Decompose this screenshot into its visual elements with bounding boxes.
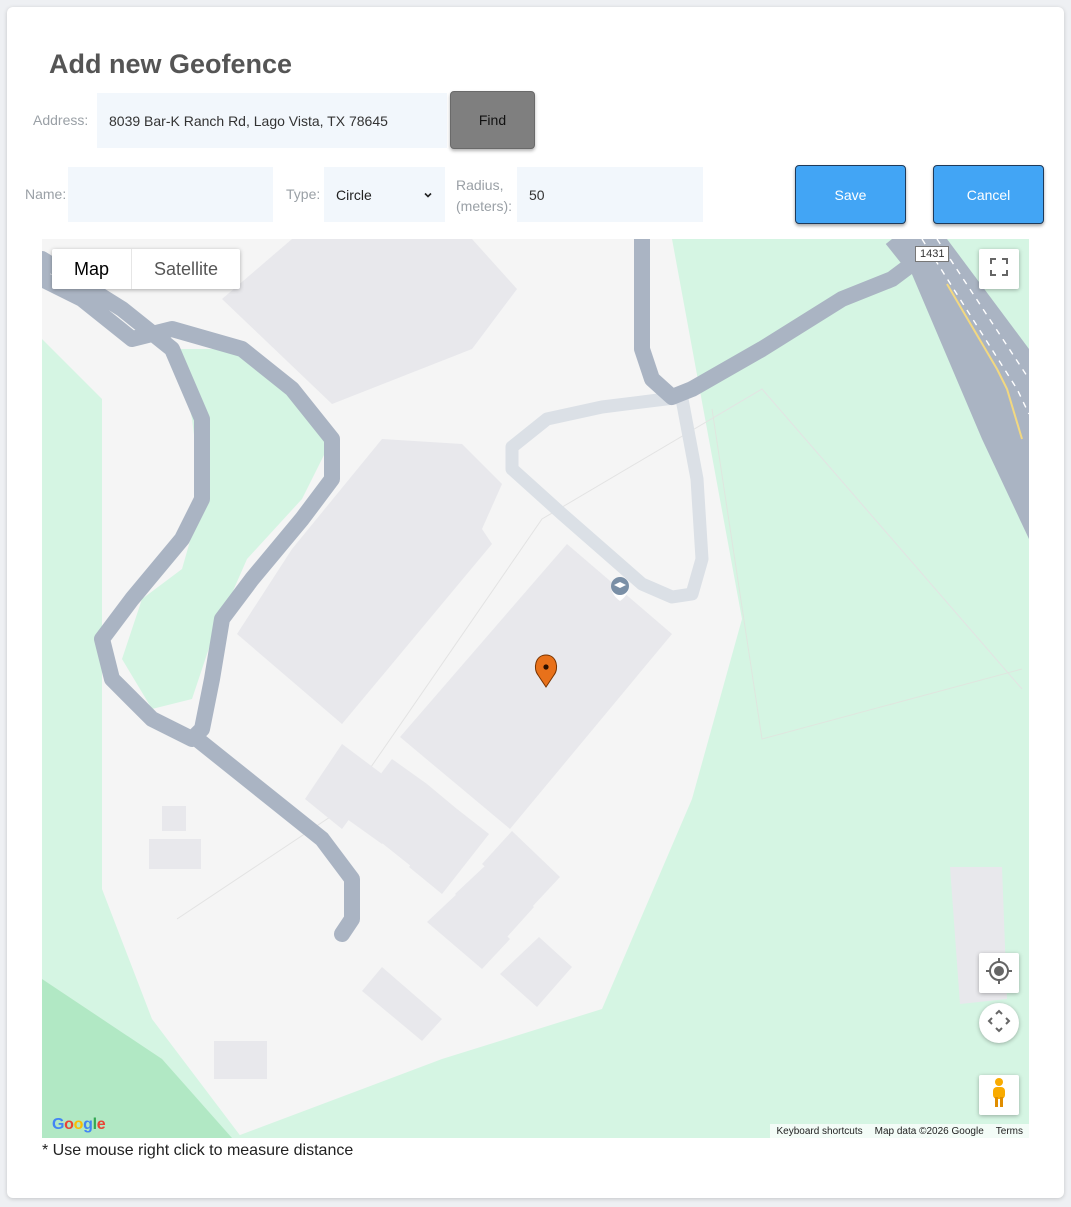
fullscreen-icon: [989, 257, 1009, 282]
street-view-pegman-button[interactable]: [979, 1075, 1019, 1115]
type-label: Type:: [286, 186, 321, 202]
highway-shield: 1431: [915, 246, 950, 262]
cancel-button[interactable]: Cancel: [933, 165, 1044, 224]
camera-control-button[interactable]: [979, 1003, 1019, 1043]
pegman-icon: [988, 1077, 1010, 1114]
name-label: Name:: [25, 186, 67, 202]
type-select[interactable]: Circle: [324, 167, 445, 222]
map-canvas: [42, 239, 1029, 1138]
map-attribution: Keyboard shortcuts Map data ©2026 Google…: [770, 1124, 1029, 1138]
radius-label-line1: Radius,: [456, 177, 504, 193]
type-select-value: Circle: [336, 186, 372, 203]
terms-link[interactable]: Terms: [990, 1126, 1029, 1137]
save-button[interactable]: Save: [795, 165, 906, 224]
page-title: Add new Geofence: [49, 49, 293, 79]
my-location-button[interactable]: [979, 953, 1019, 993]
google-logo: Google: [52, 1116, 106, 1133]
map-type-map-button[interactable]: Map: [52, 249, 133, 289]
name-input[interactable]: [68, 167, 273, 222]
measure-hint: * Use mouse right click to measure dista…: [42, 1142, 354, 1159]
map-data-text: Map data ©2026 Google: [874, 1125, 984, 1137]
address-input[interactable]: [97, 93, 447, 148]
chevron-down-icon: [423, 187, 433, 203]
crosshair-icon: [985, 957, 1013, 990]
radius-label-line2: (meters):: [456, 198, 512, 214]
address-label: Address:: [33, 112, 89, 128]
find-button[interactable]: Find: [450, 91, 535, 149]
keyboard-shortcuts-link[interactable]: Keyboard shortcuts: [770, 1126, 868, 1137]
radius-label: Radius, (meters):: [456, 175, 512, 217]
fullscreen-button[interactable]: [979, 249, 1019, 289]
map-type-control: Map Satellite: [52, 249, 241, 289]
pan-arrows-icon: [987, 1009, 1011, 1038]
map-view[interactable]: Map Satellite 1431 Google Keyboard short…: [42, 239, 1029, 1138]
radius-input[interactable]: [517, 167, 703, 222]
map-type-satellite-button[interactable]: Satellite: [132, 249, 240, 289]
